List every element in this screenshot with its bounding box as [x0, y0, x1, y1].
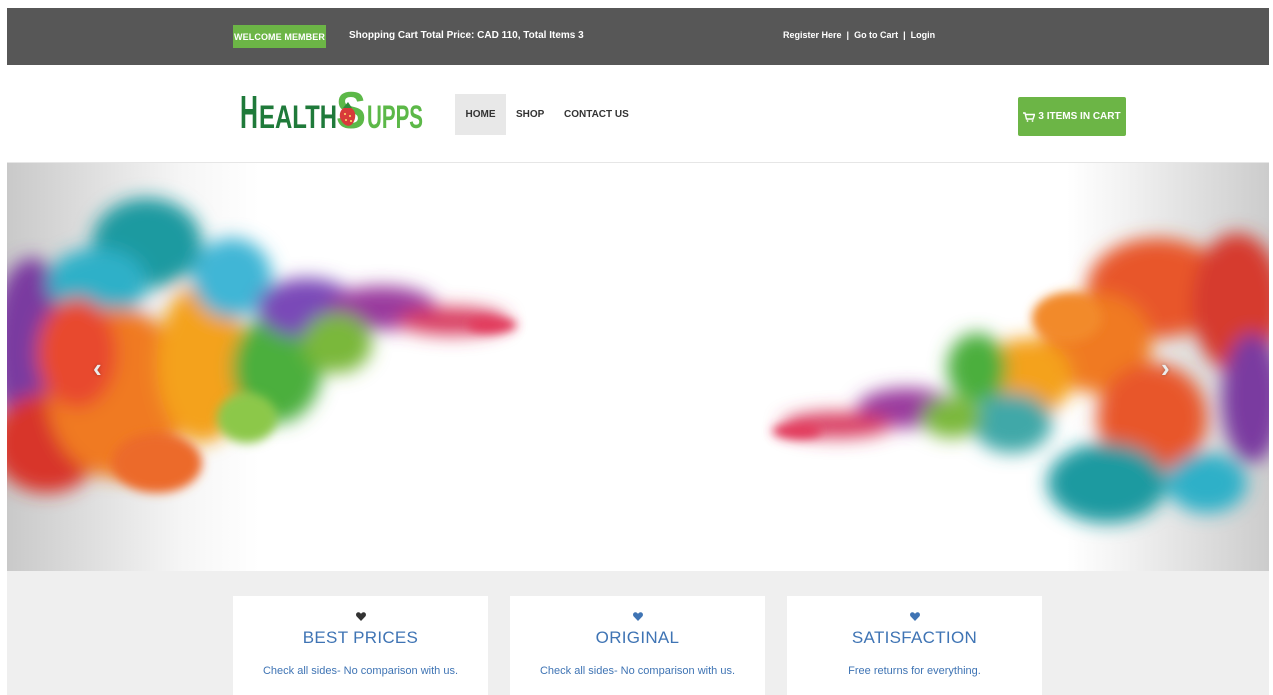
site-header: H EALTH S UPPS HOME SHOP CONTACT US — [7, 65, 1269, 163]
heart-icon — [510, 610, 765, 624]
link-separator: | — [903, 30, 906, 40]
carousel-next-icon[interactable]: › — [1161, 353, 1170, 384]
top-bar: WELCOME MEMBER Shopping Cart Total Price… — [7, 8, 1269, 65]
features-section: BEST PRICES Check all sides- No comparis… — [7, 571, 1269, 695]
feature-description: Check all sides- No comparison with us. — [262, 665, 459, 677]
top-links: Register Here | Go to Cart | Login — [783, 30, 935, 40]
feature-title: BEST PRICES — [302, 628, 419, 647]
svg-text:EALTH: EALTH — [259, 99, 337, 133]
feature-description: Check all sides- No comparison with us. — [539, 665, 736, 677]
colorful-smoke-image — [7, 198, 1269, 523]
register-link[interactable]: Register Here — [783, 30, 842, 40]
feature-card-satisfaction: SATISFACTION Free returns for everything… — [787, 596, 1042, 695]
healthsupps-logo[interactable]: H EALTH S UPPS — [240, 81, 425, 140]
heart-icon — [233, 610, 488, 624]
welcome-member-badge[interactable]: WELCOME MEMBER — [233, 25, 326, 48]
svg-text:UPPS: UPPS — [367, 99, 423, 133]
nav-shop[interactable]: SHOP — [516, 109, 544, 120]
link-separator: | — [846, 30, 850, 40]
heart-icon — [787, 610, 1042, 624]
nav-contact-us[interactable]: CONTACT US — [564, 109, 629, 120]
feature-card-best-prices: BEST PRICES Check all sides- No comparis… — [233, 596, 488, 695]
feature-title: SATISFACTION — [851, 628, 978, 647]
cart-button-label: 3 ITEMS IN CART — [1038, 111, 1121, 122]
carousel-prev-icon[interactable]: ‹ — [93, 353, 102, 384]
items-in-cart-button[interactable]: 3 ITEMS IN CART — [1018, 97, 1126, 136]
nav-home[interactable]: HOME — [455, 94, 506, 135]
feature-card-original: ORIGINAL Check all sides- No comparison … — [510, 596, 765, 695]
feature-title: ORIGINAL — [595, 628, 680, 647]
login-link[interactable]: Login — [911, 30, 936, 40]
cart-summary-text: Shopping Cart Total Price: CAD 110, Tota… — [349, 30, 584, 41]
shopping-cart-icon — [1023, 111, 1036, 122]
go-to-cart-link[interactable]: Go to Cart — [854, 30, 898, 40]
hero-carousel: ‹ › — [7, 163, 1269, 571]
page: WELCOME MEMBER Shopping Cart Total Price… — [7, 8, 1269, 695]
feature-description: Free returns for everything. — [848, 665, 981, 677]
svg-text:H: H — [240, 86, 258, 133]
